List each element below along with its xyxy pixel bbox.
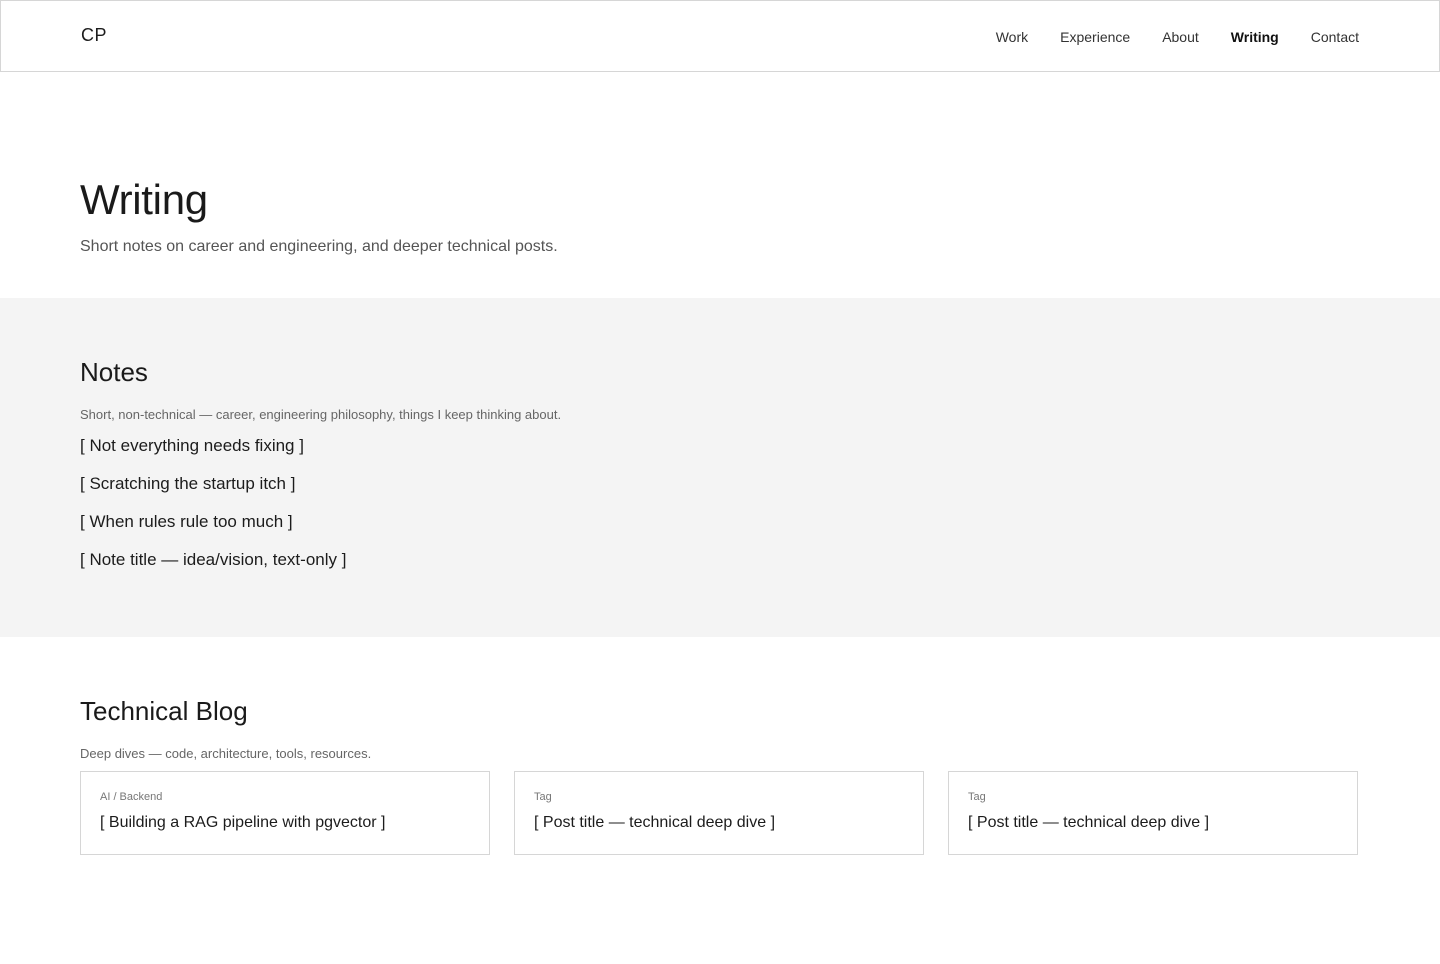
nav-link-work[interactable]: Work xyxy=(996,29,1028,45)
nav-link-about[interactable]: About xyxy=(1162,29,1199,45)
nav-link-contact[interactable]: Contact xyxy=(1311,29,1359,45)
note-link[interactable]: [ Not everything needs fixing ] xyxy=(80,434,1360,472)
post-title: [ Post title — technical deep dive ] xyxy=(968,814,1210,831)
brand-logo-link[interactable]: CP xyxy=(81,25,107,46)
note-link[interactable]: [ When rules rule too much ] xyxy=(80,510,1360,548)
notes-heading: Notes xyxy=(80,357,148,387)
notes-section: Notes Short, non-technical — career, eng… xyxy=(0,298,1440,637)
nav-link-writing[interactable]: Writing xyxy=(1231,29,1279,45)
post-title: [ Building a RAG pipeline with pgvector … xyxy=(100,814,386,831)
site-header: CP Work Experience About Writing Contact xyxy=(0,0,1440,72)
note-link[interactable]: [ Note title — idea/vision, text-only ] xyxy=(80,548,1360,586)
main-nav: Work Experience About Writing Contact xyxy=(964,28,1359,45)
post-tag: Tag xyxy=(534,791,552,803)
blog-heading: Technical Blog xyxy=(80,696,248,726)
blog-post-card[interactable]: Tag [ Post title — technical deep dive ] xyxy=(514,771,924,855)
note-link[interactable]: [ Scratching the startup itch ] xyxy=(80,472,1360,510)
page-title: Writing xyxy=(80,176,208,223)
notes-description: Short, non-technical — career, engineeri… xyxy=(80,407,562,422)
post-tag: Tag xyxy=(968,791,986,803)
hero-section: Writing Short notes on career and engine… xyxy=(0,72,1440,298)
notes-list: [ Not everything needs fixing ] [ Scratc… xyxy=(80,434,1360,586)
page-subtitle: Short notes on career and engineering, a… xyxy=(80,238,558,255)
post-tag: AI / Backend xyxy=(100,791,163,803)
nav-link-experience[interactable]: Experience xyxy=(1060,29,1130,45)
blog-card-grid: AI / Backend [ Building a RAG pipeline w… xyxy=(80,771,1360,855)
blog-description: Deep dives — code, architecture, tools, … xyxy=(80,746,372,761)
blog-post-card[interactable]: Tag [ Post title — technical deep dive ] xyxy=(948,771,1358,855)
blog-section: Technical Blog Deep dives — code, archit… xyxy=(0,637,1440,855)
post-title: [ Post title — technical deep dive ] xyxy=(534,814,776,831)
blog-post-card[interactable]: AI / Backend [ Building a RAG pipeline w… xyxy=(80,771,490,855)
